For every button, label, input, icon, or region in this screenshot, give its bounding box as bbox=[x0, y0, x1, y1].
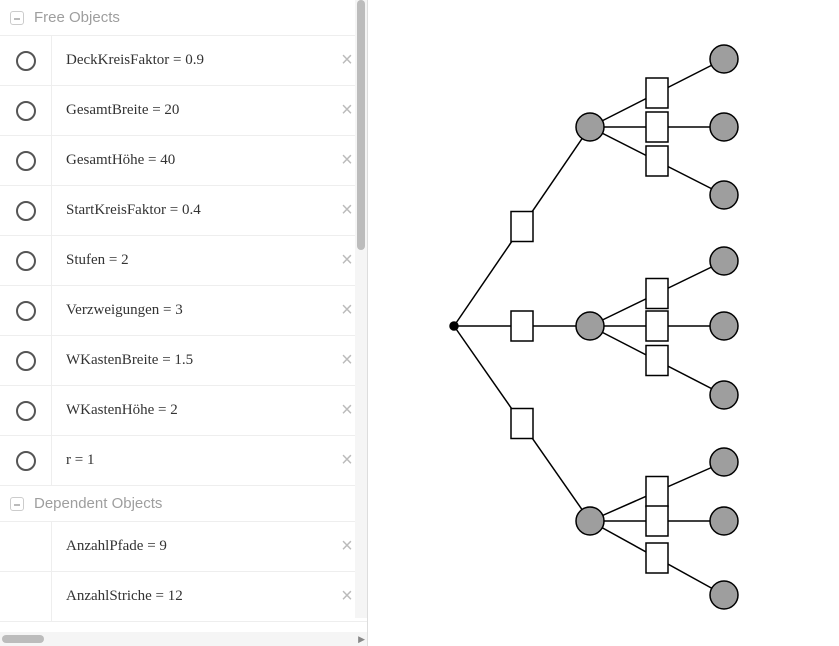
collapse-icon[interactable] bbox=[10, 497, 24, 511]
collapse-icon[interactable] bbox=[10, 11, 24, 25]
visibility-cell[interactable] bbox=[0, 86, 52, 135]
tree-leaf[interactable] bbox=[710, 507, 738, 535]
object-row[interactable]: Verzweigungen = 3 bbox=[0, 286, 367, 336]
probability-box[interactable] bbox=[511, 311, 533, 341]
visibility-cell[interactable] bbox=[0, 572, 52, 621]
probability-box[interactable] bbox=[646, 279, 668, 309]
tree-leaf[interactable] bbox=[710, 312, 738, 340]
object-expression[interactable]: Verzweigungen = 3 bbox=[52, 286, 327, 335]
tree-node[interactable] bbox=[576, 113, 604, 141]
tree-leaf[interactable] bbox=[710, 181, 738, 209]
object-expression[interactable]: StartKreisFaktor = 0.4 bbox=[52, 186, 327, 235]
visibility-toggle-icon[interactable] bbox=[16, 401, 36, 421]
visibility-toggle-icon[interactable] bbox=[16, 301, 36, 321]
visibility-toggle-icon[interactable] bbox=[16, 101, 36, 121]
section-free-title: Free Objects bbox=[34, 9, 120, 26]
object-row[interactable]: WKastenHöhe = 2 bbox=[0, 386, 367, 436]
object-row[interactable]: r = 1 bbox=[0, 436, 367, 486]
probability-box[interactable] bbox=[646, 112, 668, 142]
object-row[interactable]: Stufen = 2 bbox=[0, 236, 367, 286]
tree-leaf[interactable] bbox=[710, 113, 738, 141]
object-expression[interactable]: r = 1 bbox=[52, 436, 327, 485]
object-expression[interactable]: AnzahlPfade = 9 bbox=[52, 522, 327, 571]
dep-rows: AnzahlPfade = 9AnzahlStriche = 12 bbox=[0, 522, 367, 622]
object-expression[interactable]: AnzahlStriche = 12 bbox=[52, 572, 327, 621]
vertical-scrollbar-thumb[interactable] bbox=[357, 0, 365, 250]
object-expression[interactable]: GesamtBreite = 20 bbox=[52, 86, 327, 135]
probability-box[interactable] bbox=[646, 477, 668, 507]
visibility-cell[interactable] bbox=[0, 436, 52, 485]
object-row[interactable]: AnzahlPfade = 9 bbox=[0, 522, 367, 572]
visibility-toggle-icon[interactable] bbox=[16, 201, 36, 221]
object-row[interactable]: WKastenBreite = 1.5 bbox=[0, 336, 367, 386]
horizontal-scrollbar[interactable]: ▶ bbox=[0, 632, 367, 646]
tree-leaf[interactable] bbox=[710, 448, 738, 476]
tree-leaf[interactable] bbox=[710, 45, 738, 73]
tree-diagram bbox=[368, 0, 839, 646]
object-expression[interactable]: WKastenHöhe = 2 bbox=[52, 386, 327, 435]
object-row[interactable]: GesamtBreite = 20 bbox=[0, 86, 367, 136]
object-expression[interactable]: DeckKreisFaktor = 0.9 bbox=[52, 36, 327, 85]
object-row[interactable]: DeckKreisFaktor = 0.9 bbox=[0, 36, 367, 86]
tree-root[interactable] bbox=[450, 322, 458, 330]
visibility-toggle-icon[interactable] bbox=[16, 451, 36, 471]
app-root: Free Objects DeckKreisFaktor = 0.9Gesamt… bbox=[0, 0, 839, 646]
visibility-cell[interactable] bbox=[0, 522, 52, 571]
free-rows: DeckKreisFaktor = 0.9GesamtBreite = 20Ge… bbox=[0, 36, 367, 486]
visibility-cell[interactable] bbox=[0, 136, 52, 185]
visibility-cell[interactable] bbox=[0, 236, 52, 285]
object-expression[interactable]: GesamtHöhe = 40 bbox=[52, 136, 327, 185]
algebra-scroll[interactable]: Free Objects DeckKreisFaktor = 0.9Gesamt… bbox=[0, 0, 367, 632]
section-dep-header[interactable]: Dependent Objects bbox=[0, 486, 367, 522]
visibility-cell[interactable] bbox=[0, 286, 52, 335]
probability-box[interactable] bbox=[511, 409, 533, 439]
tree-node[interactable] bbox=[576, 507, 604, 535]
algebra-panel: Free Objects DeckKreisFaktor = 0.9Gesamt… bbox=[0, 0, 368, 646]
visibility-cell[interactable] bbox=[0, 386, 52, 435]
object-row[interactable]: StartKreisFaktor = 0.4 bbox=[0, 186, 367, 236]
object-expression[interactable]: Stufen = 2 bbox=[52, 236, 327, 285]
tree-node[interactable] bbox=[576, 312, 604, 340]
scroll-right-arrow-icon[interactable]: ▶ bbox=[358, 634, 365, 645]
visibility-cell[interactable] bbox=[0, 336, 52, 385]
probability-box[interactable] bbox=[646, 346, 668, 376]
probability-box[interactable] bbox=[646, 543, 668, 573]
visibility-toggle-icon[interactable] bbox=[16, 351, 36, 371]
object-row[interactable]: AnzahlStriche = 12 bbox=[0, 572, 367, 622]
tree-leaf[interactable] bbox=[710, 247, 738, 275]
probability-box[interactable] bbox=[646, 506, 668, 536]
visibility-cell[interactable] bbox=[0, 186, 52, 235]
horizontal-scrollbar-thumb[interactable] bbox=[2, 635, 44, 643]
probability-box[interactable] bbox=[646, 311, 668, 341]
visibility-toggle-icon[interactable] bbox=[16, 151, 36, 171]
section-free-header[interactable]: Free Objects bbox=[0, 0, 367, 36]
section-dep-title: Dependent Objects bbox=[34, 495, 162, 512]
visibility-toggle-icon[interactable] bbox=[16, 51, 36, 71]
vertical-scrollbar[interactable] bbox=[355, 0, 367, 618]
visibility-cell[interactable] bbox=[0, 36, 52, 85]
tree-leaf[interactable] bbox=[710, 581, 738, 609]
tree-leaf[interactable] bbox=[710, 381, 738, 409]
visibility-toggle-icon[interactable] bbox=[16, 251, 36, 271]
probability-box[interactable] bbox=[646, 146, 668, 176]
object-row[interactable]: GesamtHöhe = 40 bbox=[0, 136, 367, 186]
object-expression[interactable]: WKastenBreite = 1.5 bbox=[52, 336, 327, 385]
probability-box[interactable] bbox=[511, 212, 533, 242]
probability-box[interactable] bbox=[646, 78, 668, 108]
graphics-panel[interactable] bbox=[368, 0, 839, 646]
